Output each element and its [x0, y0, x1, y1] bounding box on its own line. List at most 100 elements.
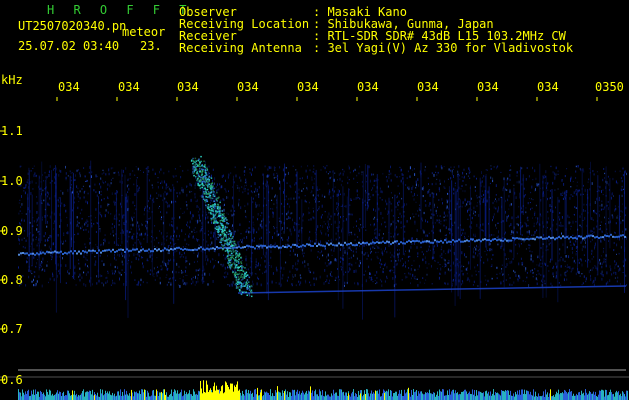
bottom-strip-spike — [277, 386, 278, 400]
meteor-trace — [216, 216, 219, 218]
bottom-strip — [185, 393, 186, 400]
carrier-line — [52, 251, 54, 254]
carrier-line — [76, 252, 78, 255]
meteor-trace — [223, 244, 226, 246]
bottom-strip — [335, 392, 336, 400]
bottom-strip — [115, 396, 116, 400]
meteor-trace — [201, 177, 204, 179]
meteor-trace — [198, 184, 200, 187]
bottom-strip-burst — [238, 390, 239, 400]
carrier-line — [118, 248, 120, 251]
noise-streak — [451, 180, 453, 241]
bottom-strip — [609, 392, 610, 400]
bottom-strip — [110, 394, 111, 400]
meteor-trace — [229, 235, 232, 237]
noise-streak — [557, 196, 559, 303]
bottom-strip — [175, 390, 176, 400]
meteor-trace — [236, 250, 239, 253]
carrier-line — [568, 237, 570, 240]
bottom-strip — [55, 394, 56, 400]
noise-streak — [362, 171, 364, 227]
bottom-strip — [436, 394, 437, 400]
carrier-line — [450, 240, 452, 243]
bottom-strip — [424, 394, 425, 400]
meteor-trace — [210, 208, 213, 210]
carrier-line — [544, 237, 546, 240]
bottom-strip — [274, 396, 275, 400]
carrier-line — [396, 240, 398, 243]
time-tick-label: 034 — [58, 80, 80, 94]
meteor-trace — [224, 242, 226, 245]
meteor-trace — [234, 263, 236, 265]
noise-streak — [513, 187, 515, 258]
carrier-line — [242, 246, 244, 249]
noise-streak — [71, 191, 72, 248]
meteor-trace — [222, 238, 225, 240]
bottom-strip — [534, 396, 535, 400]
bottom-strip — [589, 391, 590, 400]
bottom-strip — [594, 394, 595, 400]
bottom-strip — [566, 392, 567, 400]
meteor-trace — [202, 176, 205, 178]
bottom-strip — [29, 396, 30, 400]
meteor-trace — [216, 226, 218, 228]
bottom-strip — [241, 395, 242, 400]
bottom-strip — [91, 394, 92, 400]
bottom-strip — [254, 389, 255, 400]
carrier-line — [540, 236, 542, 239]
noise-streak — [342, 186, 344, 309]
meteor-trace — [223, 213, 225, 215]
bottom-strip-burst — [211, 392, 212, 400]
time-tick-label: 034 — [118, 80, 140, 94]
bottom-strip — [60, 392, 61, 400]
bottom-strip-burst — [224, 392, 225, 400]
meteor-trace — [196, 179, 198, 182]
bottom-strip — [521, 389, 522, 400]
meteor-trace — [226, 226, 228, 229]
carrier-line — [406, 240, 408, 243]
bottom-strip-spike — [384, 393, 385, 400]
bottom-strip — [49, 389, 50, 400]
carrier-line — [198, 247, 200, 250]
bottom-strip — [92, 389, 93, 400]
carrier-line — [516, 237, 518, 240]
noise-streak — [296, 171, 298, 249]
bottom-strip — [627, 390, 628, 400]
carrier-line — [18, 253, 20, 256]
bottom-strip — [412, 394, 413, 400]
carrier-line — [88, 249, 90, 252]
bottom-strip — [311, 392, 312, 400]
carrier-line — [474, 240, 476, 243]
carrier-line — [462, 240, 464, 243]
bottom-strip — [62, 393, 63, 400]
bottom-strip — [266, 391, 267, 400]
bottom-strip — [27, 390, 28, 400]
meteor-trace — [232, 235, 234, 238]
bottom-strip — [444, 395, 445, 400]
bottom-strip — [405, 393, 406, 400]
y-tick-label: 0.7 — [1, 322, 23, 336]
carrier-line — [298, 246, 300, 248]
noise-streak — [564, 190, 566, 254]
meteor-trace — [244, 267, 246, 269]
carrier-line — [244, 246, 246, 248]
meteor-trace — [210, 177, 213, 179]
meteor-trace — [242, 266, 244, 268]
bottom-strip — [529, 394, 530, 400]
meteor-trace — [197, 165, 200, 167]
meteor-trace — [230, 250, 233, 252]
meteor-trace — [246, 294, 248, 296]
bottom-strip — [308, 390, 309, 400]
bottom-strip — [595, 391, 596, 400]
bottom-strip — [414, 392, 415, 400]
bottom-strip — [314, 391, 315, 400]
bottom-strip — [426, 392, 427, 400]
bottom-strip-spike — [131, 389, 132, 400]
noise-streak — [315, 169, 317, 244]
carrier-line — [116, 250, 118, 253]
carrier-line — [616, 235, 618, 238]
bottom-strip — [32, 394, 33, 400]
carrier-line — [586, 235, 588, 238]
carrier-line — [614, 236, 616, 239]
bottom-strip — [626, 390, 627, 400]
